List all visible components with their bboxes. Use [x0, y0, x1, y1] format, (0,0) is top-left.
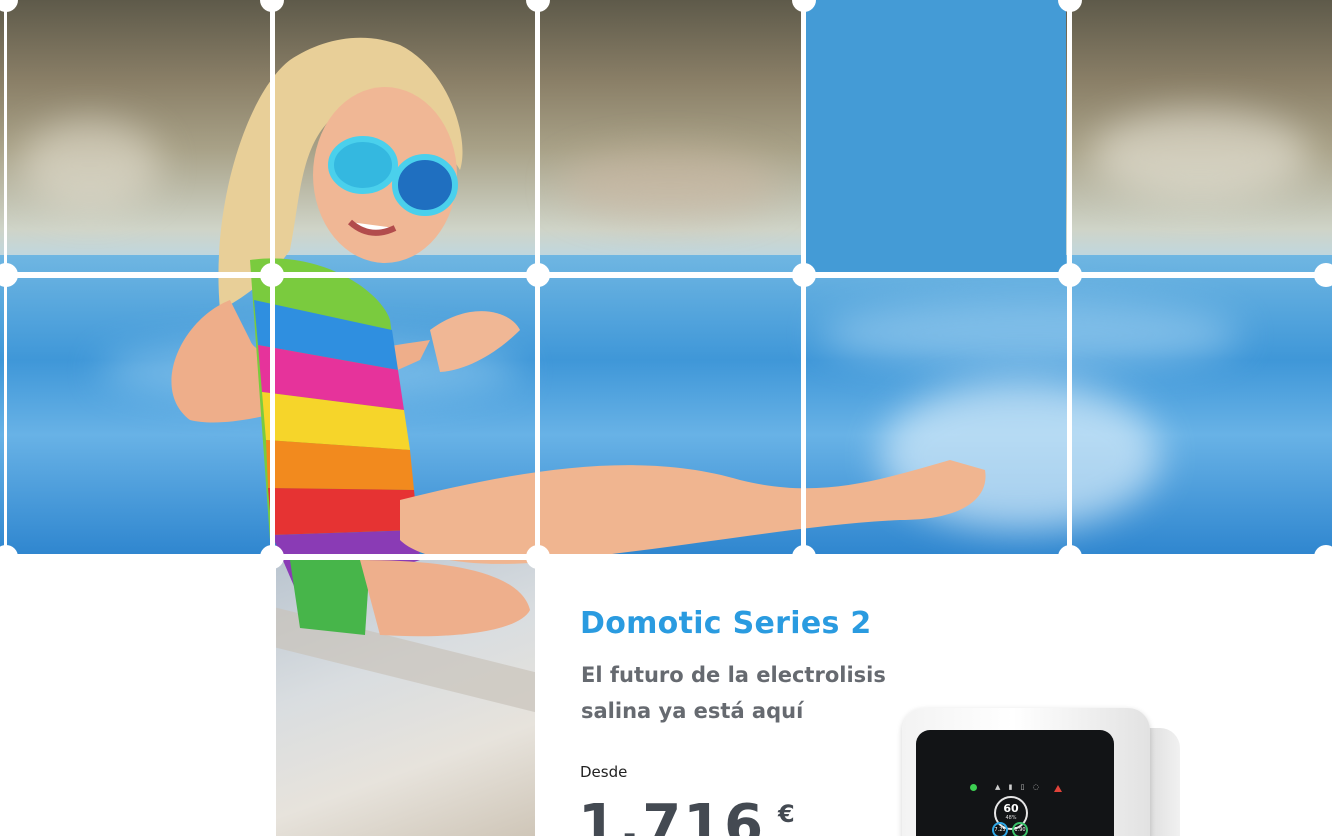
grid-dot [260, 263, 284, 287]
grid-line-vertical [4, 0, 7, 836]
device-reading-left: 7.25 [992, 822, 1008, 836]
product-title: Domotic Series 2 [580, 606, 872, 641]
grid-dot [1314, 263, 1332, 287]
grid-dot [260, 545, 284, 569]
grid-line-horizontal [0, 272, 1332, 278]
grid-dot [1058, 263, 1082, 287]
grid-dot [792, 545, 816, 569]
grid-dot [792, 263, 816, 287]
grid-line-vertical [270, 0, 275, 836]
price-currency: € [778, 800, 795, 828]
empty-white-tile [6, 558, 274, 836]
tagline-line-1: El futuro de la electrolisis [581, 663, 886, 687]
tagline-line-2: salina ya está aquí [581, 699, 804, 723]
grid-dot [1058, 545, 1082, 569]
grid-dot [1314, 545, 1332, 569]
grid-line-vertical [535, 0, 540, 836]
grid-line-horizontal [0, 554, 1332, 560]
grid-dot [526, 545, 550, 569]
device-main-value: 60 [1003, 802, 1019, 815]
price-value: 1.716 [578, 793, 766, 836]
hero-banner: Domotic Series 2 El futuro de la electro… [0, 0, 1332, 836]
device-status-icons: ▲ ▮ ▯ ◌ [995, 783, 1042, 791]
blue-grid-tile [806, 0, 1066, 274]
price-prefix: Desde [580, 763, 628, 781]
device-reading-right: 1.90 [1012, 822, 1028, 836]
device-main-percent: 48% [1005, 815, 1017, 821]
grid-dot [526, 263, 550, 287]
power-led-icon [970, 784, 977, 791]
warning-triangle-icon [1054, 785, 1062, 792]
